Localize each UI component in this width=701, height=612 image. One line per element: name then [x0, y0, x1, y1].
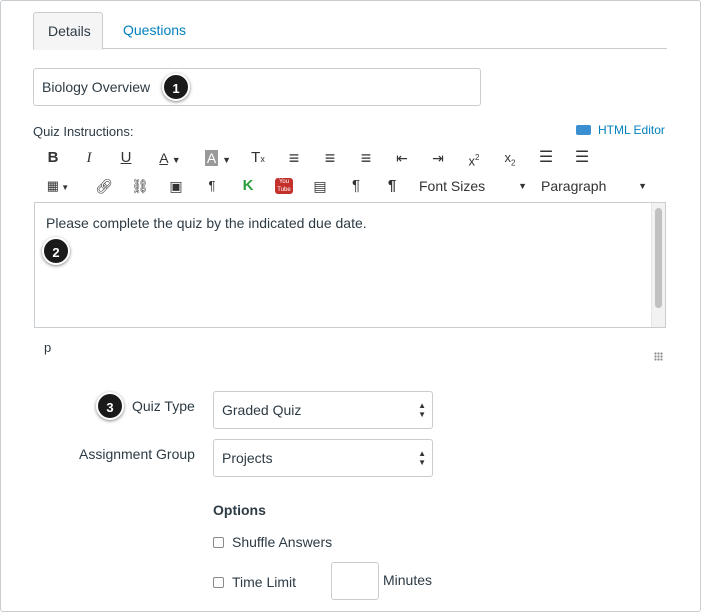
tab-bar: Details Questions [33, 12, 667, 50]
time-limit-minutes-input[interactable] [331, 562, 379, 600]
numbered-list-icon[interactable]: ☰ [571, 144, 593, 172]
unlink-icon[interactable]: ⛓︎ [129, 172, 151, 200]
paragraph-format-label: Paragraph [541, 178, 607, 194]
paragraph-mark-icon[interactable]: ¶ [201, 172, 223, 200]
minutes-label: Minutes [383, 572, 433, 588]
quiz-type-value: Graded Quiz [222, 402, 302, 418]
font-sizes-label: Font Sizes [419, 178, 486, 194]
superscript-icon[interactable]: x2 [463, 144, 485, 172]
tab-details[interactable]: Details [33, 12, 103, 50]
shuffle-answers-label: Shuffle Answers [232, 534, 333, 550]
time-limit-checkbox[interactable] [213, 577, 224, 588]
text-color-icon[interactable]: A ▼ [151, 144, 189, 172]
youtube-icon[interactable]: You Tube [273, 172, 295, 200]
font-sizes-dropdown[interactable]: Font Sizes ▼ [419, 172, 527, 200]
callout-badge-3: 3 [96, 392, 124, 420]
align-left-icon[interactable]: ≡ [283, 144, 305, 172]
scrollbar-thumb[interactable] [655, 208, 662, 308]
editor-toolbar-row-2: ▦ ▼ 🔗︎ ⛓︎ ▣ ¶ K You Tube ▤ ¶ ¶ Font Sizes… [33, 172, 667, 200]
quiz-type-select[interactable]: Graded Quiz ▲ ▼ [213, 391, 433, 429]
table-icon[interactable]: ▦ ▼ [43, 172, 73, 200]
editor-toolbar-row-1: B I U A ▼ A ▼ Tx ≡ ≡ ≡ ⇤ ⇥ x2 x2 ☰ ☰ [33, 144, 667, 172]
rtl-icon[interactable]: ¶ [381, 172, 403, 200]
outdent-icon[interactable]: ⇤ [391, 144, 413, 172]
quiz-type-label: Quiz Type [132, 398, 195, 414]
align-center-icon[interactable]: ≡ [319, 144, 341, 172]
chevron-down-icon: ▼ [638, 181, 647, 191]
callout-badge-2: 2 [42, 237, 70, 265]
italic-icon[interactable]: I [80, 144, 98, 172]
clear-formatting-icon[interactable]: Tx [247, 144, 269, 172]
quiz-instructions-label: Quiz Instructions: [33, 124, 134, 139]
tab-questions[interactable]: Questions [109, 12, 200, 49]
select-arrows-icon: ▲ ▼ [418, 449, 426, 467]
kaltura-icon[interactable]: K [237, 172, 259, 200]
media-icon[interactable]: ▤ [309, 172, 331, 200]
ltr-icon[interactable]: ¶ [345, 172, 367, 200]
bold-icon[interactable]: B [43, 144, 63, 172]
subscript-icon[interactable]: x2 [499, 144, 521, 172]
editor-path: p [44, 340, 52, 355]
editor-content: Please complete the quiz by the indicate… [46, 215, 367, 231]
editor-scrollbar[interactable] [651, 203, 665, 327]
resize-handle-icon[interactable] [654, 352, 663, 361]
shuffle-answers-option[interactable]: Shuffle Answers [213, 534, 332, 550]
assignment-group-label: Assignment Group [79, 446, 195, 462]
underline-icon[interactable]: U [117, 144, 135, 172]
select-arrows-icon: ▲ ▼ [418, 401, 426, 419]
image-icon[interactable]: ▣ [165, 172, 187, 200]
time-limit-label: Time Limit [232, 574, 297, 590]
rich-text-editor[interactable]: Please complete the quiz by the indicate… [34, 202, 666, 328]
time-limit-option[interactable]: Time Limit [213, 574, 296, 590]
options-heading: Options [213, 502, 266, 518]
indent-icon[interactable]: ⇥ [427, 144, 449, 172]
html-editor-label: HTML Editor [598, 123, 665, 137]
html-editor-link[interactable]: HTML Editor [576, 123, 665, 137]
assignment-group-value: Projects [222, 450, 273, 466]
quiz-title-input[interactable]: Biology Overview [33, 68, 481, 106]
shuffle-answers-checkbox[interactable] [213, 537, 224, 548]
paragraph-format-dropdown[interactable]: Paragraph ▼ [541, 172, 647, 200]
callout-badge-1: 1 [162, 73, 190, 101]
bullet-list-icon[interactable]: ☰ [535, 144, 557, 172]
link-icon[interactable]: 🔗︎ [93, 172, 115, 200]
align-right-icon[interactable]: ≡ [355, 144, 377, 172]
chevron-down-icon: ▼ [518, 181, 527, 191]
assignment-group-select[interactable]: Projects ▲ ▼ [213, 439, 433, 477]
keyboard-icon [576, 125, 591, 135]
background-color-icon[interactable]: A ▼ [199, 144, 237, 172]
